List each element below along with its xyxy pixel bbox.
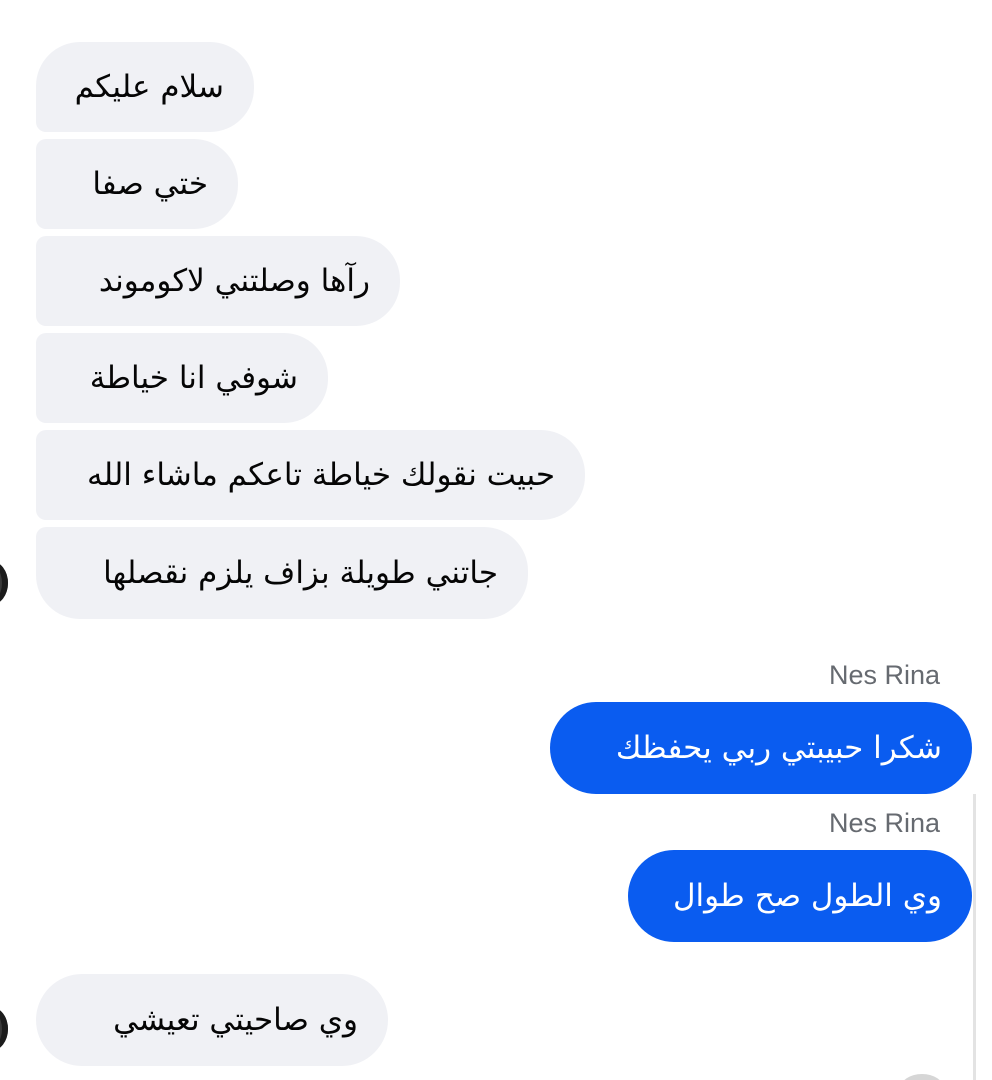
message-bubble-incoming[interactable]: رآها وصلتني لاكوموند: [36, 236, 400, 326]
sender-avatar[interactable]: [0, 561, 8, 605]
message-bubble-outgoing[interactable]: شكرا حبيبتي ربي يحفظك: [550, 702, 972, 794]
sender-name-label: Nes Rina: [828, 808, 940, 838]
sender-name-label: Nes Rina: [828, 660, 940, 690]
message-bubble-incoming[interactable]: ختي صفا: [36, 139, 238, 229]
message-text: سلام عليكم: [74, 68, 224, 105]
message-bubble-incoming[interactable]: حبيت نقولك خياطة تاعكم ماشاء الله: [36, 430, 585, 520]
message-bubble-incoming[interactable]: جاتني طويلة بزاف يلزم نقصلها: [36, 527, 528, 619]
scrollbar-track[interactable]: [973, 794, 976, 1080]
message-thread: سلام عليكم ختي صفا رآها وصلتني لاكوموند …: [0, 0, 992, 1080]
message-text: جاتني طويلة بزاف يلزم نقصلها: [103, 554, 498, 591]
message-text: شكرا حبيبتي ربي يحفظك: [615, 729, 942, 766]
message-text: وي صاحيتي تعيشي: [113, 1001, 358, 1038]
sender-avatar[interactable]: [0, 1007, 8, 1051]
message-text: حبيت نقولك خياطة تاعكم ماشاء الله: [86, 456, 555, 493]
reaction-icon[interactable]: [900, 1074, 944, 1080]
message-text: شوفي انا خياطة: [89, 359, 298, 396]
message-text: وي الطول صح طوال: [673, 877, 942, 914]
message-text: ختي صفا: [92, 165, 208, 202]
message-bubble-incoming[interactable]: وي صاحيتي تعيشي: [36, 974, 388, 1066]
message-text: رآها وصلتني لاكوموند: [98, 262, 370, 299]
message-bubble-incoming[interactable]: شوفي انا خياطة: [36, 333, 328, 423]
message-bubble-incoming[interactable]: سلام عليكم: [36, 42, 254, 132]
message-bubble-outgoing[interactable]: وي الطول صح طوال: [628, 850, 972, 942]
